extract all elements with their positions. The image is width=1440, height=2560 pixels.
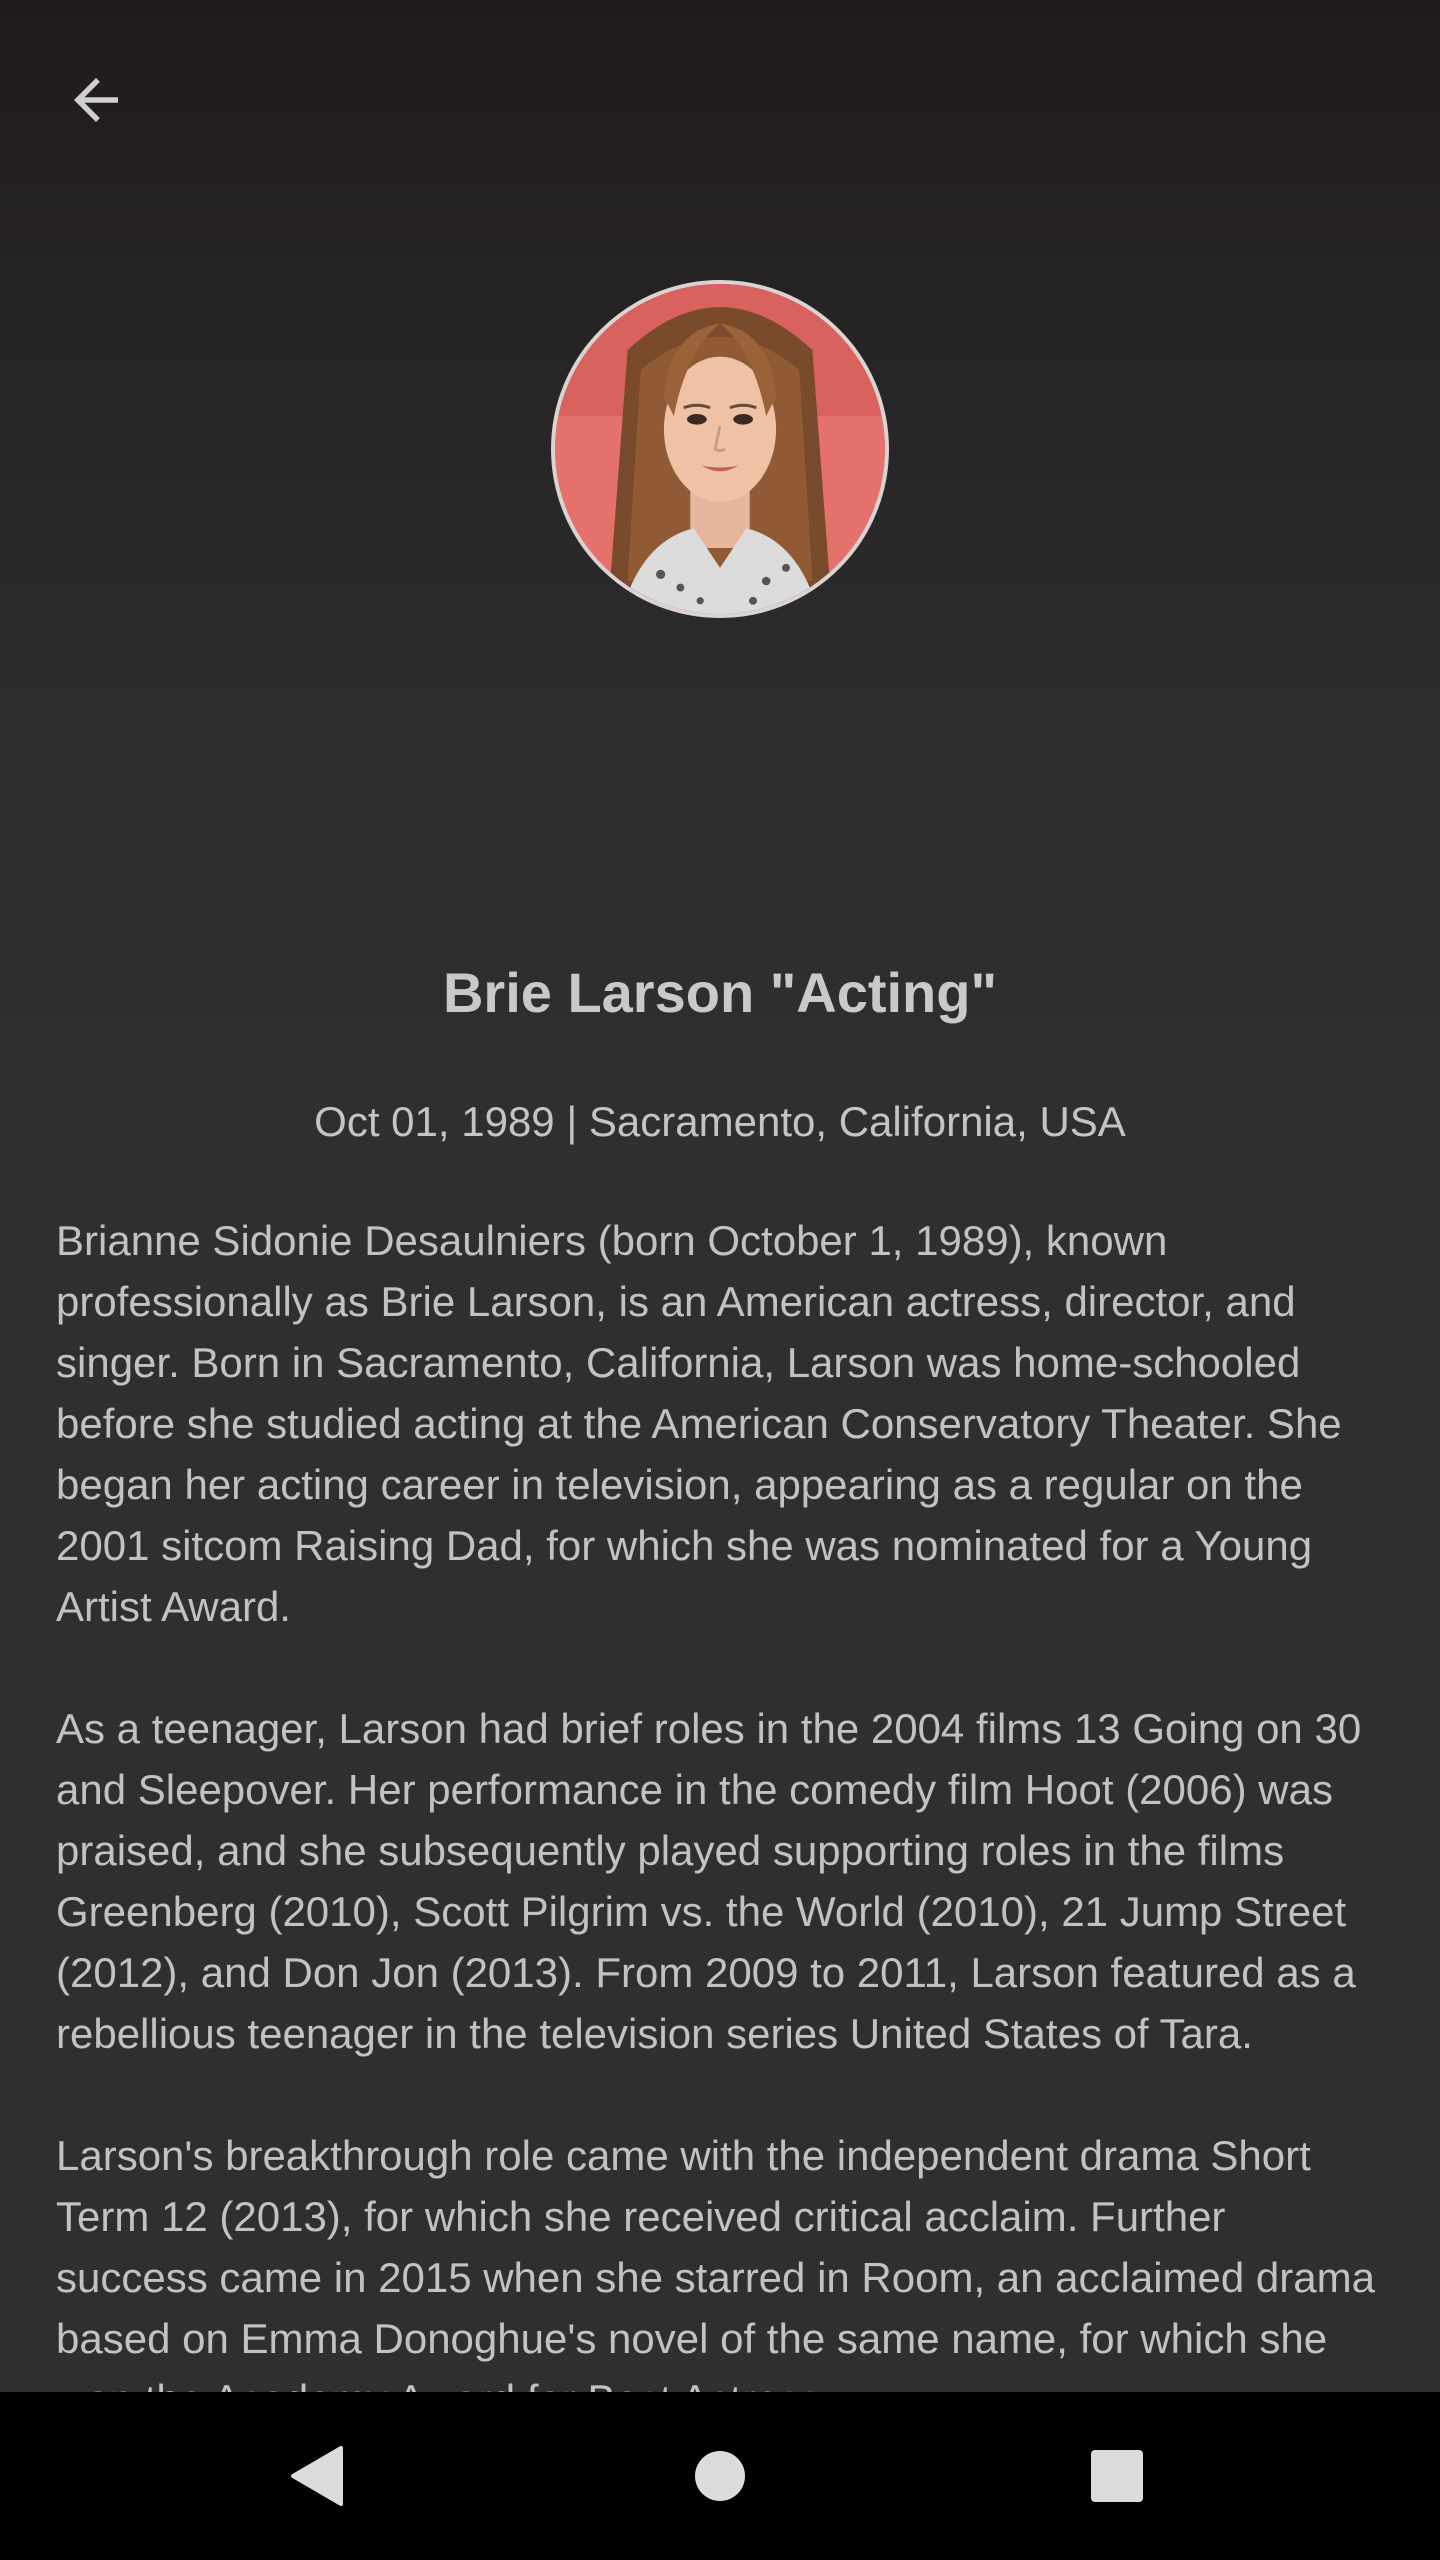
- portrait-illustration: [555, 284, 885, 614]
- triangle-back-icon: [291, 2446, 343, 2506]
- profile-photo: [551, 280, 889, 618]
- actor-detail-screen: Brie Larson "Acting" Oct 01, 1989 | Sacr…: [0, 0, 1440, 2560]
- nav-back-button[interactable]: [233, 2392, 401, 2560]
- nav-recents-button[interactable]: [1033, 2392, 1201, 2560]
- bio-paragraph: Brianne Sidonie Desaulniers (born Octobe…: [56, 1217, 1342, 1630]
- arrow-left-icon: [74, 78, 118, 122]
- birth-info: Oct 01, 1989 | Sacramento, California, U…: [314, 1098, 1126, 1145]
- square-recents-icon: [1091, 2450, 1143, 2502]
- biography: Brianne Sidonie Desaulniers (born Octobe…: [56, 1210, 1386, 2392]
- nav-home-button[interactable]: [636, 2392, 804, 2560]
- content-area: Brie Larson "Acting" Oct 01, 1989 | Sacr…: [0, 0, 1440, 2392]
- circle-home-icon: [695, 2451, 745, 2501]
- system-navigation-bar: [0, 2392, 1440, 2560]
- back-button[interactable]: [48, 52, 144, 148]
- actor-name-title: Brie Larson "Acting": [442, 961, 998, 1024]
- bio-paragraph: Larson's breakthrough role came with the…: [56, 2132, 1375, 2392]
- bio-paragraph: As a teenager, Larson had brief roles in…: [56, 1705, 1362, 2057]
